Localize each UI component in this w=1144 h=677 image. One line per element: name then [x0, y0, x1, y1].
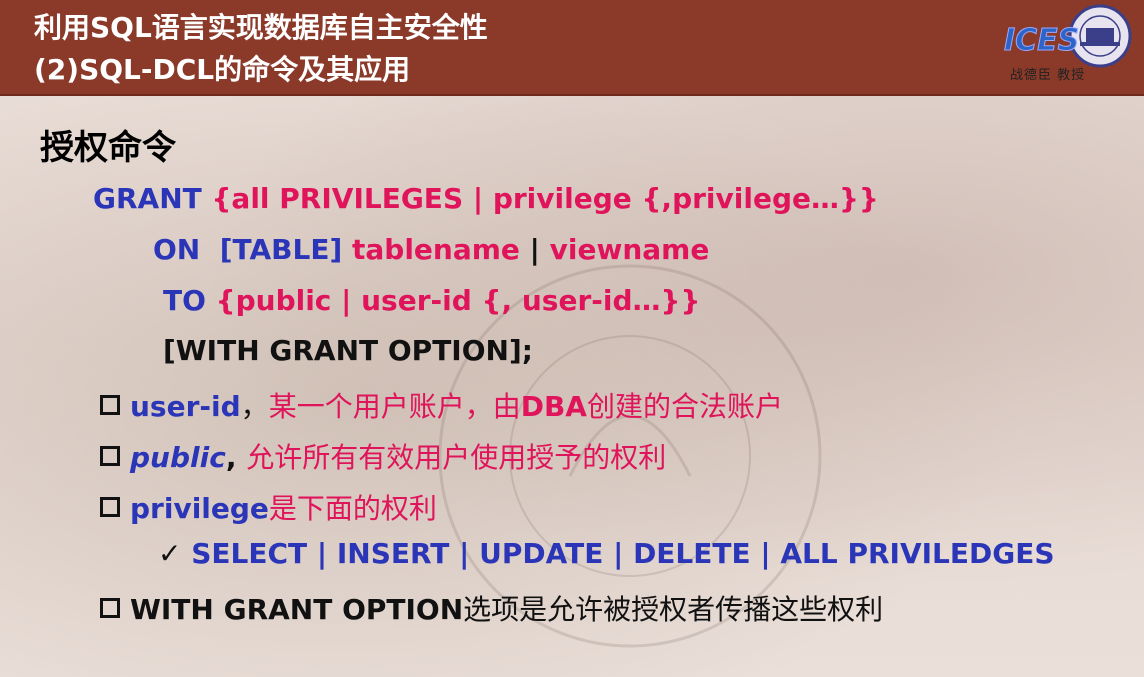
logo-text: ICES: [1004, 23, 1079, 58]
separator: |: [529, 233, 540, 266]
bullet-user-id: user-id，某一个用户账户，由DBA创建的合法账户: [100, 385, 783, 425]
grant-keyword: GRANT: [93, 182, 202, 215]
checkbox-bullet-icon: [100, 497, 120, 517]
viewname-term: viewname: [549, 233, 710, 266]
table-option: [TABLE]: [219, 233, 343, 266]
privileges-clause: {all PRIVILEGES | privilege {,privilege……: [211, 182, 879, 215]
slide-header: 利用SQL语言实现数据库自主安全性 (2)SQL-DCL的命令及其应用 ICES…: [0, 0, 1144, 96]
on-keyword: ON: [153, 233, 201, 266]
privilege-desc: 是下面的权利: [268, 492, 437, 525]
slide-title-line1: 利用SQL语言实现数据库自主安全性: [34, 11, 488, 44]
section-heading: 授权命令: [40, 128, 176, 168]
user-id-desc1: 某一个用户账户，由: [268, 390, 521, 423]
public-desc: 允许所有有效用户使用授予的权利: [246, 441, 667, 474]
check-icon: ✓: [158, 537, 182, 570]
to-list: {public | user-id {, user-id…}}: [215, 284, 701, 317]
user-id-desc2: 创建的合法账户: [586, 390, 783, 423]
bullet-privilege: privilege是下面的权利: [100, 487, 437, 527]
with-grant-option-desc: 选项是允许被授权者传播这些权利: [463, 593, 884, 626]
privilege-term: privilege: [130, 492, 269, 525]
public-term: public: [130, 441, 226, 474]
slide-title-line2: (2)SQL-DCL的命令及其应用: [34, 53, 411, 86]
checkbox-bullet-icon: [100, 598, 120, 618]
bullet-with-grant-option: WITH GRANT OPTION选项是允许被授权者传播这些权利: [100, 588, 883, 628]
checkbox-bullet-icon: [100, 446, 120, 466]
logo-caption: 战德臣 教授: [1010, 68, 1086, 83]
grant-syntax-line3: TO {public | user-id {, user-id…}}: [163, 284, 700, 317]
to-keyword: TO: [163, 284, 206, 317]
grant-syntax-line2: ON [TABLE] tablename | viewname: [153, 233, 709, 266]
checkbox-bullet-icon: [100, 395, 120, 415]
dba-term: DBA: [520, 390, 587, 423]
grant-syntax-line1: GRANT {all PRIVILEGES | privilege {,priv…: [93, 182, 879, 215]
slide-content: 授权命令 GRANT {all PRIVILEGES | privilege {…: [0, 96, 1144, 677]
tablename-term: tablename: [352, 233, 520, 266]
with-grant-option-line: [WITH GRANT OPTION];: [163, 334, 533, 367]
comma: ,: [225, 441, 237, 474]
with-grant-option-term: WITH GRANT OPTION: [130, 593, 464, 626]
privileges-list-line: ✓ SELECT | INSERT | UPDATE | DELETE | AL…: [158, 537, 1055, 570]
bullet-public: public, 允许所有有效用户使用授予的权利: [100, 436, 666, 476]
comma: ，: [240, 390, 269, 423]
user-id-term: user-id: [130, 390, 241, 423]
privileges-list: SELECT | INSERT | UPDATE | DELETE | ALL …: [191, 537, 1055, 570]
